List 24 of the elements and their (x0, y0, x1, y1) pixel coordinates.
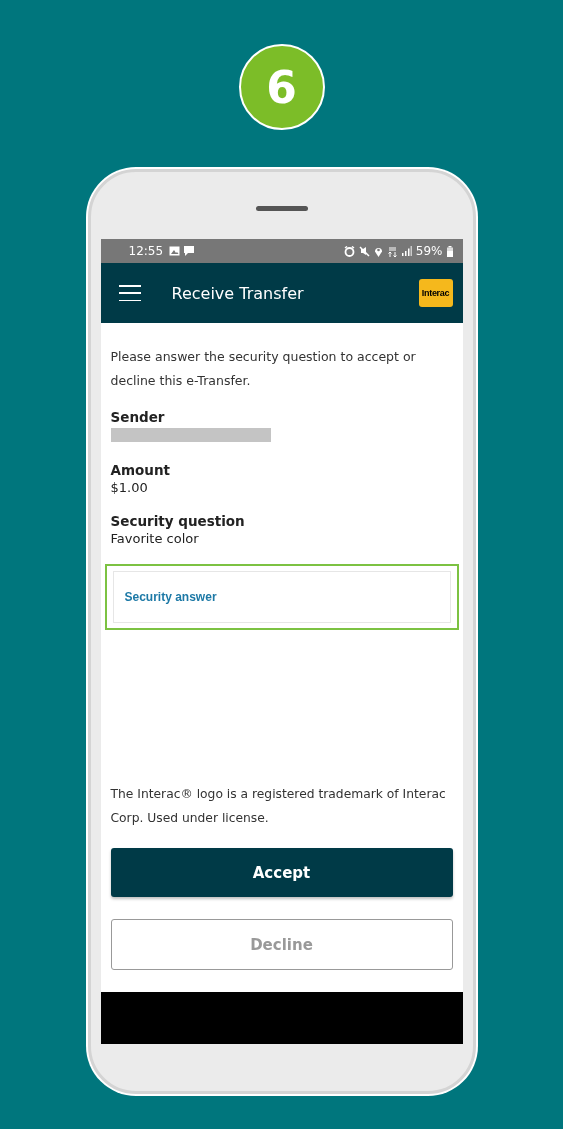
speaker-slot (255, 206, 308, 211)
menu-icon[interactable] (118, 285, 141, 301)
status-time: 12:55 (128, 244, 164, 258)
detail-label: Amount (110, 461, 171, 479)
detail-value: Favorite color (110, 530, 200, 548)
data-arrows-icon (386, 245, 398, 257)
detail-value: $1.00 (110, 479, 149, 497)
detail-label: Sender (110, 408, 166, 426)
instruction-text: Please answer the security question to accept or decline this e-Transfer. (110, 348, 417, 390)
battery-icon (446, 245, 453, 257)
interac-logo: Interac (418, 279, 453, 307)
message-icon (184, 246, 195, 256)
trademark-notice: The Interac® logo is a registered trademark of Interac Corp. Used under license. (110, 786, 447, 827)
mute-icon (358, 245, 370, 257)
detail-label: Security question (110, 512, 246, 530)
image-icon (169, 246, 181, 256)
alarm-icon (343, 245, 355, 257)
step-badge: 6 (238, 44, 325, 130)
location-icon (373, 245, 383, 257)
security-answer-field[interactable]: Security answer (112, 571, 451, 623)
accept-button[interactable]: Accept (110, 848, 453, 897)
signal-icon (401, 246, 412, 256)
screen-title: Receive Transfer (171, 283, 305, 303)
battery-percent: 59% (415, 244, 443, 258)
